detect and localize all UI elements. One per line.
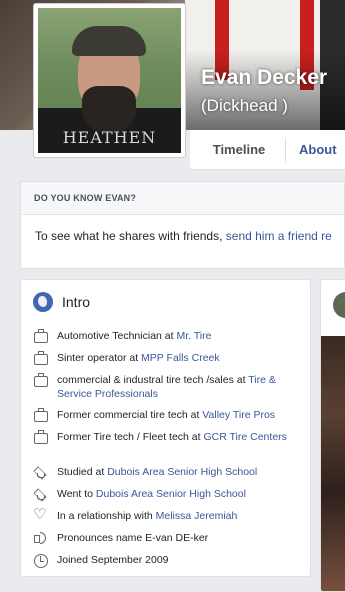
do-you-know-heading: DO YOU KNOW EVAN? [21,182,344,215]
do-you-know-text: To see what he shares with friends, send… [21,215,344,243]
briefcase-icon [33,408,49,422]
intro-item-link[interactable]: Dubois Area Senior High School [107,466,257,478]
briefcase-icon [33,430,49,444]
intro-item-link[interactable]: Melissa Jeremiah [156,510,238,522]
tab-timeline[interactable]: Timeline [204,130,274,170]
intro-item-work: Former Tire tech / Fleet tech at GCR Tir… [33,430,303,444]
intro-card: Intro Automotive Technician at Mr. Tire … [20,279,311,577]
cover-gradient [180,50,345,130]
intro-header: Intro [33,291,90,313]
briefcase-icon [33,351,49,365]
photo-shirt-text: HEATHEN [62,128,157,147]
tab-divider [285,138,286,162]
profile-picture-image: HEATHEN [38,8,181,153]
intro-item-work: Former commercial tire tech at Valley Ti… [33,408,303,422]
intro-item-link[interactable]: GCR Tire Centers [203,431,286,443]
post-card-partial [320,279,345,592]
intro-item-text: Pronounces name E-van DE-ker [57,532,209,544]
send-friend-request-link[interactable]: send him a friend re [226,229,332,243]
photo-bandana [72,26,146,56]
intro-item-education: Went to Dubois Area Senior High School [33,487,303,501]
intro-item-link[interactable]: Mr. Tire [176,330,211,342]
intro-item-pronunciation: Pronounces name E-van DE-ker [33,531,303,545]
intro-item-text: Studied at Dubois Area Senior High Schoo… [57,465,257,479]
graduation-cap-icon [33,465,49,479]
intro-item-text: Automotive Technician at Mr. Tire [57,329,211,343]
briefcase-icon [33,329,49,343]
briefcase-icon [33,373,49,387]
intro-item-label: Former Tire tech / Fleet tech at [57,431,204,443]
avatar[interactable] [333,292,345,318]
graduation-cap-icon [33,487,49,501]
intro-item-work: Sinter operator at MPP Falls Creek [33,351,303,365]
intro-item-label: Went to [57,488,96,500]
intro-item-label: In a relationship with [57,510,156,522]
intro-item-text: In a relationship with Melissa Jeremiah [57,509,237,523]
intro-item-text: Joined September 2009 [57,554,169,566]
intro-item-joined: Joined September 2009 [33,553,303,568]
profile-nickname: (Dickhead ) [201,96,288,115]
photo-beard [82,86,136,134]
intro-item-text: Former commercial tire tech at Valley Ti… [57,408,275,422]
intro-item-text: Sinter operator at MPP Falls Creek [57,351,220,365]
intro-item-link[interactable]: Dubois Area Senior High School [96,488,246,500]
globe-icon [33,292,53,312]
intro-item-label: Studied at [57,466,108,478]
intro-item-work: Automotive Technician at Mr. Tire [33,329,303,343]
intro-item-work: commercial & industral tire tech /sales … [33,373,303,401]
intro-item-text: commercial & industral tire tech /sales … [57,373,303,401]
heart-icon [33,507,49,523]
intro-item-label: Automotive Technician at [57,330,177,342]
intro-item-link[interactable]: Valley Tire Pros [202,409,275,421]
intro-item-label: Former commercial tire tech at [57,409,203,421]
intro-title: Intro [62,294,91,310]
speaker-icon [33,531,49,545]
post-photo[interactable] [321,336,345,591]
profile-tab-bar: Timeline About [190,130,345,170]
intro-item-relationship: In a relationship with Melissa Jeremiah [33,507,303,523]
do-you-know-card: DO YOU KNOW EVAN? To see what he shares … [20,181,345,269]
intro-item-link[interactable]: MPP Falls Creek [141,352,220,364]
tab-about[interactable]: About [299,130,337,170]
intro-item-text: Former Tire tech / Fleet tech at GCR Tir… [57,430,287,444]
profile-name[interactable]: Evan Decker [201,66,327,90]
intro-item-education: Studied at Dubois Area Senior High Schoo… [33,465,303,479]
profile-picture[interactable]: HEATHEN [33,3,186,158]
clock-icon [33,553,49,568]
intro-item-text: Went to Dubois Area Senior High School [57,487,246,501]
do-you-know-prefix: To see what he shares with friends, [35,229,226,243]
intro-item-label: Sinter operator at [57,352,142,364]
intro-item-label: commercial & industral tire tech /sales … [57,374,249,386]
